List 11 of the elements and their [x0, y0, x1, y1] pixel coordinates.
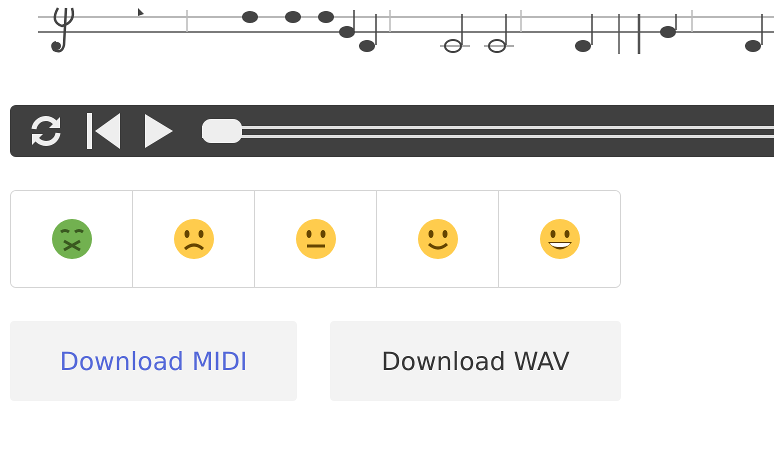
sad-face-icon: [172, 217, 216, 261]
skip-back-icon[interactable]: [86, 112, 122, 150]
neutral-face-icon: [294, 217, 338, 261]
play-icon[interactable]: [144, 113, 174, 149]
grinning-face-icon: [538, 217, 582, 261]
seek-slider[interactable]: [202, 119, 774, 143]
slider-thumb[interactable]: [202, 119, 242, 143]
download-button[interactable]: Download WAV: [330, 321, 621, 401]
download-button[interactable]: Download MIDI: [10, 321, 297, 401]
sick-face-icon: [50, 217, 94, 261]
smiling-face-icon: [416, 217, 460, 261]
